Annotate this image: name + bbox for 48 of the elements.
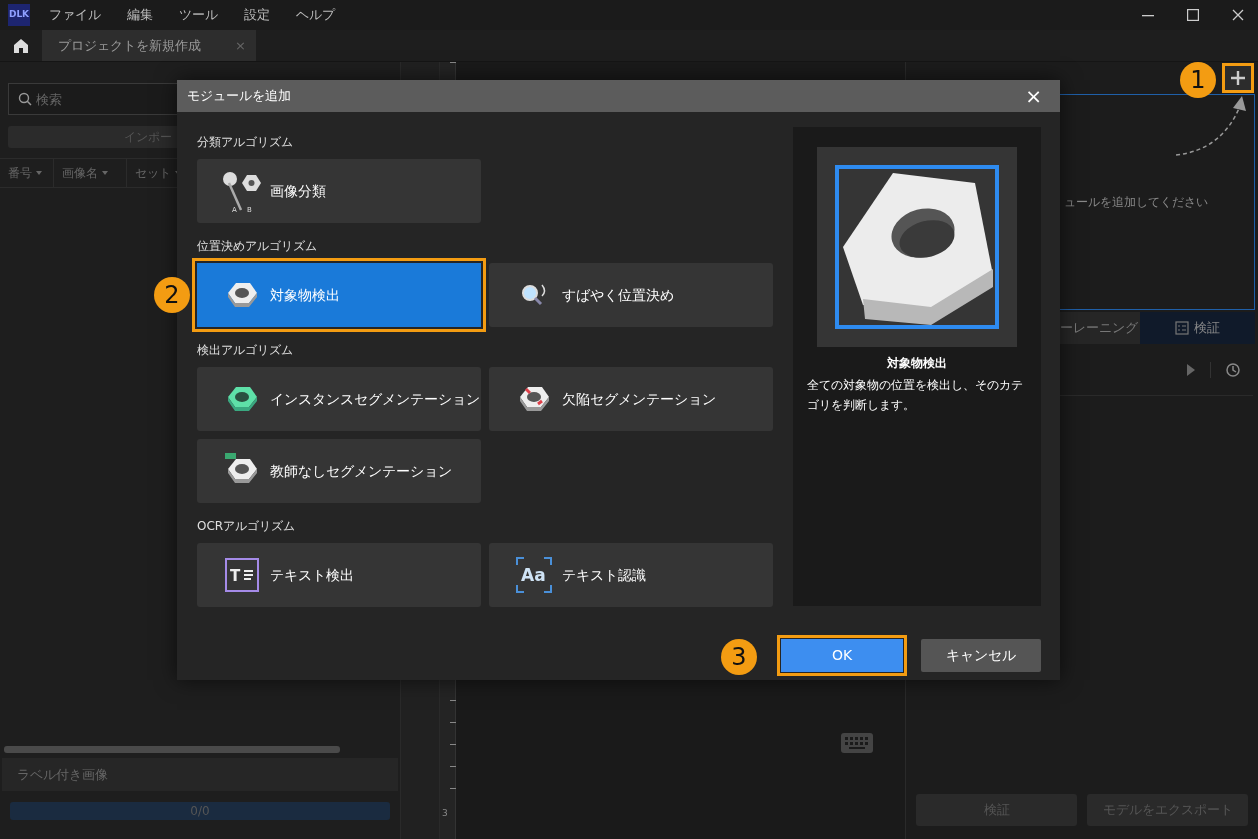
maximize-icon[interactable] <box>1187 9 1199 21</box>
sort-caret-icon <box>101 170 109 176</box>
search-icon <box>18 92 32 106</box>
section-title: 検出アルゴリズム <box>197 342 294 359</box>
module-icon <box>514 555 554 595</box>
project-tab[interactable]: プロジェクトを新規作成 × <box>42 30 256 61</box>
home-icon[interactable] <box>13 37 29 54</box>
add-module-button[interactable] <box>1222 63 1254 93</box>
icon-label: Aa <box>521 564 546 587</box>
dialog-title: モジュールを追加 <box>187 87 291 106</box>
menu-item[interactable]: ツール <box>166 5 231 25</box>
ruler-label: 3 <box>441 807 449 820</box>
section-title: 位置決めアルゴリズム <box>197 238 318 255</box>
module-icon <box>222 555 262 595</box>
module-option[interactable]: T テキスト検出 <box>197 543 481 607</box>
preview-title: 対象物検出 <box>886 355 948 372</box>
horizontal-scrollbar[interactable] <box>4 746 340 753</box>
icon-label: T <box>230 566 241 587</box>
progress-reading: 0/0 <box>190 803 210 820</box>
menu-item[interactable]: 編集 <box>114 5 166 25</box>
panel-tab[interactable]: 検証 <box>1140 312 1255 344</box>
plus-icon <box>1230 70 1246 86</box>
step-number-badge: 3 <box>721 639 757 675</box>
module-option[interactable]: Aa テキスト認識 <box>489 543 773 607</box>
checklist-icon <box>1175 321 1190 335</box>
preview-description: 全ての対象物の位置を検出し、そのカテゴリを判断します。 <box>807 377 1024 414</box>
cancel-button[interactable]: キャンセル <box>921 639 1041 672</box>
close-icon[interactable] <box>1232 9 1244 21</box>
menu-item[interactable]: 設定 <box>231 5 283 25</box>
sort-caret-icon <box>35 170 43 176</box>
hint-text: ュールを追加してください <box>1064 194 1208 211</box>
history-icon[interactable] <box>1225 361 1241 378</box>
section-title: OCRアルゴリズム <box>197 518 297 535</box>
module-option[interactable]: すばやく位置決め <box>489 263 773 327</box>
module-option[interactable]: インスタンスセグメンテーション <box>197 367 481 431</box>
play-icon[interactable] <box>1186 362 1196 377</box>
module-option[interactable]: 教師なしセグメンテーション <box>197 439 481 503</box>
tab-label: プロジェクトを新規作成 <box>58 36 201 55</box>
labeled-images-header: ラベル付き画像 <box>2 758 398 791</box>
step-number-badge: 2 <box>154 277 190 313</box>
section-title: 分類アルゴリズム <box>197 134 294 151</box>
menu-item[interactable]: ファイル <box>36 5 114 25</box>
keyboard-icon <box>841 733 873 753</box>
dialog-close-button[interactable]: × <box>1017 86 1050 106</box>
module-option[interactable]: 欠陥セグメンテーション <box>489 367 773 431</box>
app-logo: DLK <box>8 4 30 26</box>
module-icon <box>222 171 262 211</box>
menu-item[interactable]: ヘルプ <box>283 5 348 25</box>
